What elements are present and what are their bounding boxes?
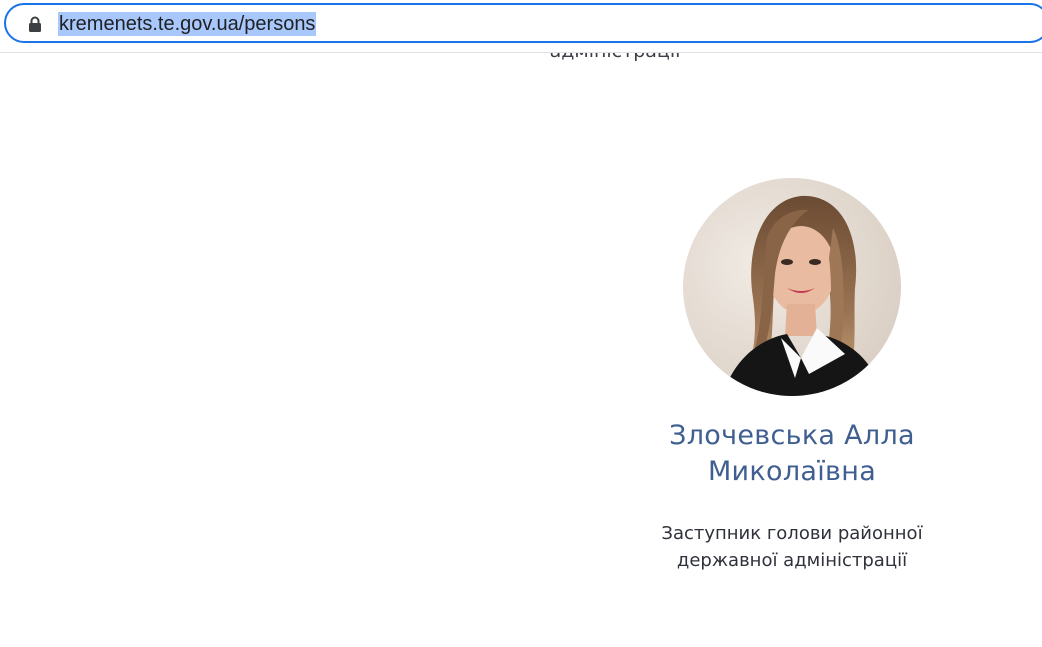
person-position-line-1: Заступник голови районної xyxy=(661,523,923,544)
person-photo[interactable] xyxy=(683,178,901,396)
person-name[interactable]: Злочевська Алла Миколаївна xyxy=(640,418,944,490)
person-position-line-2: державної адміністрації xyxy=(676,550,908,571)
browser-toolbar: kremenets.te.gov.ua/persons xyxy=(0,0,1042,53)
url-text[interactable]: kremenets.te.gov.ua/persons xyxy=(58,12,317,36)
person-position: Заступник голови районної державної адмі… xyxy=(640,520,944,574)
page: kremenets.te.gov.ua/persons адміністраці… xyxy=(0,0,1042,647)
portrait-image xyxy=(683,178,901,396)
person-name-line-2[interactable]: Миколаївна xyxy=(640,454,944,490)
address-bar[interactable]: kremenets.te.gov.ua/persons xyxy=(4,3,1042,43)
person-name-line-1[interactable]: Злочевська Алла xyxy=(640,418,944,454)
lock-icon[interactable] xyxy=(28,16,42,32)
